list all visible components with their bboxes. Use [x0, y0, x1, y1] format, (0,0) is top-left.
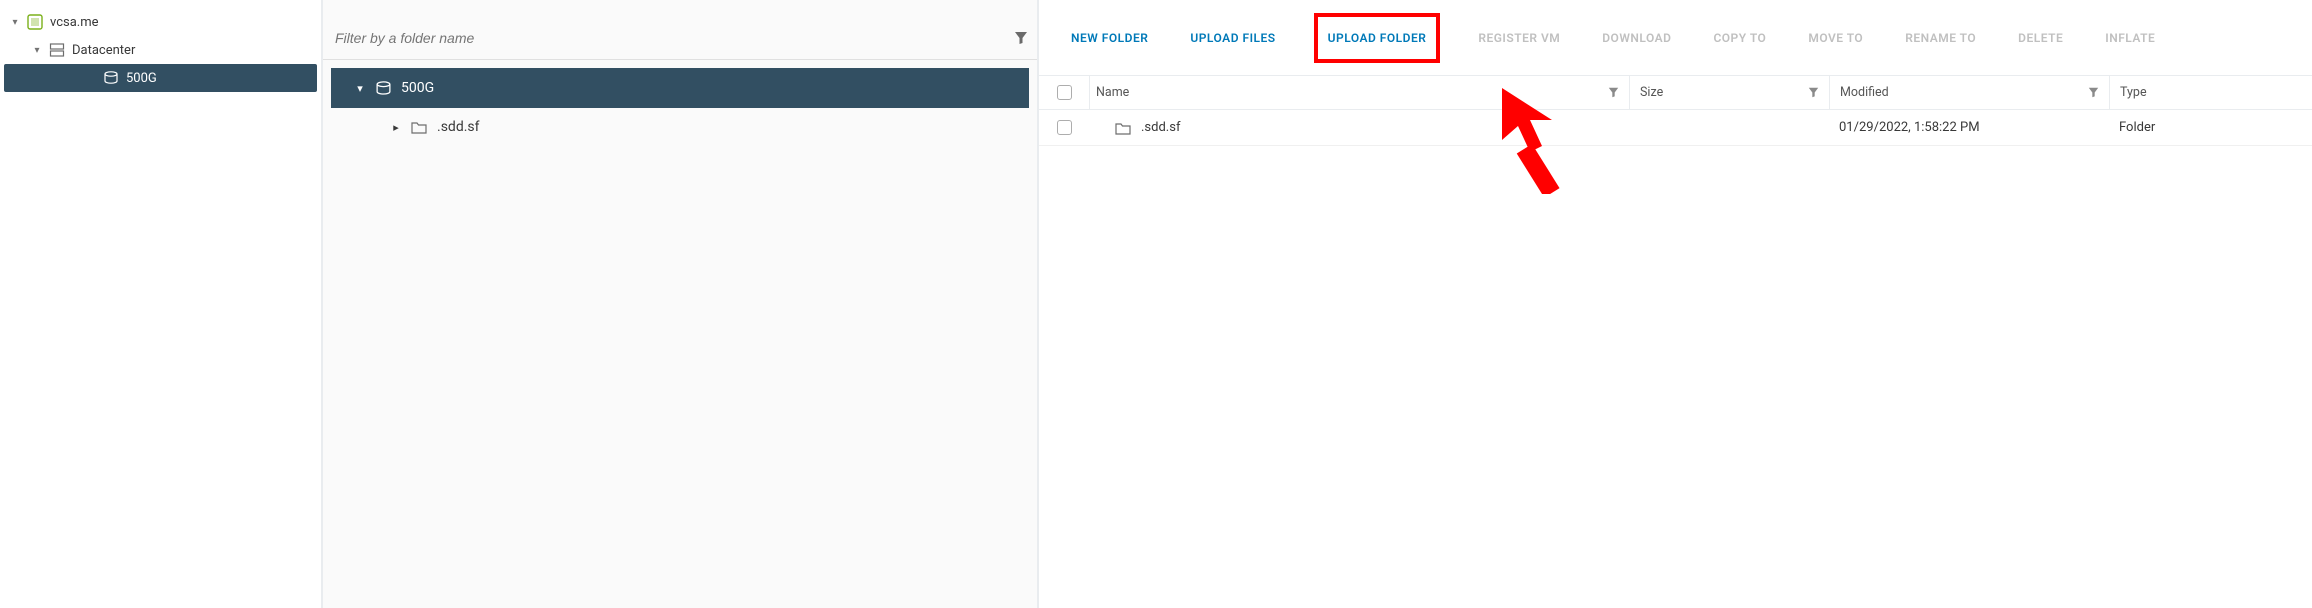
column-label-name: Name	[1096, 85, 1129, 100]
vcenter-icon	[24, 14, 46, 30]
toolbar: NEW FOLDER UPLOAD FILES UPLOAD FOLDER RE…	[1039, 0, 2312, 76]
filter-row	[323, 16, 1037, 60]
row-type: Folder	[2109, 120, 2312, 135]
chevron-right-icon[interactable]: ▸	[385, 121, 407, 134]
mid-item-root[interactable]: ▾ 500G	[331, 68, 1029, 108]
datastore-icon	[371, 81, 395, 96]
row-checkbox[interactable]	[1057, 120, 1072, 135]
copy-to-button: COPY TO	[1709, 21, 1770, 55]
nav-item-datastore[interactable]: 500G	[4, 64, 317, 92]
column-header-modified[interactable]: Modified	[1829, 76, 2109, 109]
table-header: Name Size Modified Type	[1039, 76, 2312, 110]
left-nav-panel: ▾ vcsa.me ▾ Datacenter 500G	[0, 0, 323, 608]
mid-label-child: .sdd.sf	[431, 119, 480, 135]
table-row[interactable]: .sdd.sf 01/29/2022, 1:58:22 PM Folder	[1039, 110, 2312, 146]
column-header-size[interactable]: Size	[1629, 76, 1829, 109]
column-header-type[interactable]: Type	[2109, 76, 2312, 109]
row-modified: 01/29/2022, 1:58:22 PM	[1829, 120, 2109, 135]
select-all-checkbox[interactable]	[1057, 85, 1072, 100]
nav-item-datacenter[interactable]: ▾ Datacenter	[0, 36, 321, 64]
nav-label-datastore: 500G	[122, 71, 157, 86]
delete-button: DELETE	[2014, 21, 2067, 55]
column-label-modified: Modified	[1840, 85, 1889, 100]
column-header-name[interactable]: Name	[1089, 76, 1629, 109]
new-folder-button[interactable]: NEW FOLDER	[1067, 21, 1152, 55]
folder-icon	[407, 120, 431, 134]
register-vm-button: REGISTER VM	[1474, 21, 1564, 55]
datastore-icon	[100, 71, 122, 85]
right-panel: NEW FOLDER UPLOAD FILES UPLOAD FOLDER RE…	[1039, 0, 2312, 608]
column-label-size: Size	[1640, 85, 1663, 100]
column-label-type: Type	[2120, 85, 2147, 100]
filter-icon[interactable]	[1608, 87, 1619, 98]
download-button: DOWNLOAD	[1598, 21, 1675, 55]
filter-input[interactable]	[323, 22, 1005, 54]
datacenter-icon	[46, 42, 68, 58]
filter-icon[interactable]	[1808, 87, 1819, 98]
chevron-down-icon[interactable]: ▾	[349, 82, 371, 95]
row-name: .sdd.sf	[1141, 120, 1180, 135]
rename-to-button: RENAME TO	[1901, 21, 1980, 55]
chevron-down-icon[interactable]: ▾	[6, 17, 24, 28]
upload-folder-button[interactable]: UPLOAD FOLDER	[1314, 13, 1441, 63]
chevron-down-icon[interactable]: ▾	[28, 45, 46, 56]
filter-icon[interactable]	[1005, 31, 1037, 45]
nav-item-vcsa[interactable]: ▾ vcsa.me	[0, 8, 321, 36]
move-to-button: MOVE TO	[1804, 21, 1867, 55]
upload-files-button[interactable]: UPLOAD FILES	[1186, 21, 1279, 55]
nav-label-vcsa: vcsa.me	[46, 15, 99, 30]
inflate-button: INFLATE	[2101, 21, 2159, 55]
mid-label-root: 500G	[395, 80, 434, 96]
filter-icon[interactable]	[2088, 87, 2099, 98]
folder-icon	[1115, 121, 1131, 135]
nav-label-datacenter: Datacenter	[68, 43, 135, 58]
middle-folder-panel: ▾ 500G ▸ .sdd.sf	[323, 0, 1039, 608]
mid-item-child[interactable]: ▸ .sdd.sf	[323, 108, 1037, 146]
middle-tree: ▾ 500G ▸ .sdd.sf	[323, 60, 1037, 154]
